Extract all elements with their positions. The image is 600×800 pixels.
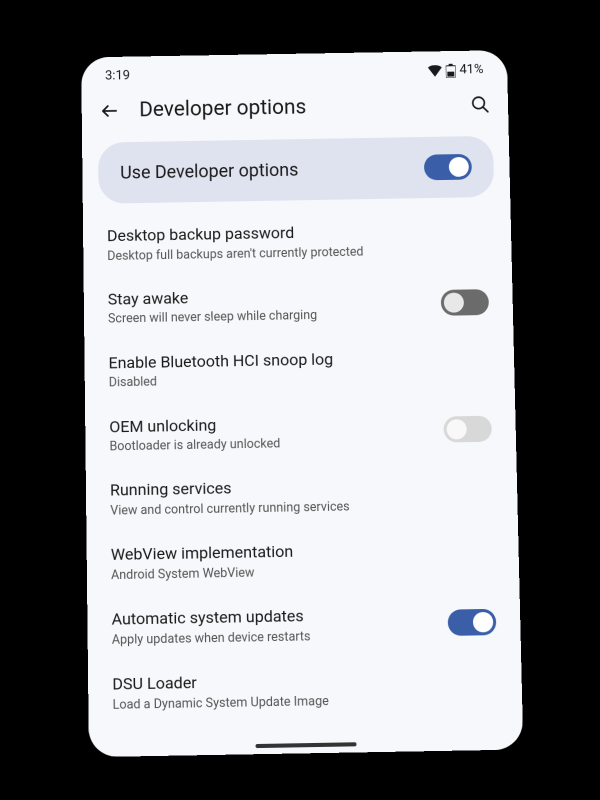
setting-subtitle: Screen will never sleep while charging (108, 306, 429, 328)
setting-text: Enable Bluetooth HCI snoop logDisabled (108, 345, 490, 391)
setting-text: OEM unlockingBootloader is already unloc… (109, 410, 432, 456)
setting-text: Automatic system updatesApply updates wh… (111, 603, 436, 649)
setting-text: Stay awakeScreen will never sleep while … (108, 283, 430, 328)
setting-title: OEM unlocking (109, 410, 432, 437)
setting-dsu-loader[interactable]: DSU LoaderLoad a Dynamic System Update I… (112, 654, 498, 726)
search-button[interactable] (468, 93, 492, 117)
setting-stay-awake[interactable]: Stay awakeScreen will never sleep while … (108, 270, 490, 340)
setting-text: Running servicesView and control current… (110, 473, 494, 520)
page-title: Developer options (139, 93, 451, 122)
setting-webview-impl[interactable]: WebView implementationAndroid System Web… (111, 525, 496, 596)
battery-percent: 41% (459, 62, 483, 77)
app-header: Developer options (81, 80, 508, 138)
toggle-auto-updates[interactable] (448, 609, 497, 636)
back-button[interactable] (97, 99, 121, 123)
master-toggle-label: Use Developer options (120, 159, 298, 183)
master-toggle-card[interactable]: Use Developer options (98, 136, 494, 204)
setting-oem-unlocking[interactable]: OEM unlockingBootloader is already unloc… (109, 397, 492, 468)
setting-text: Desktop backup passwordDesktop full back… (107, 219, 488, 265)
status-right: 41% (428, 62, 484, 78)
setting-title: Stay awake (108, 283, 429, 310)
setting-bt-hci-snoop[interactable]: Enable Bluetooth HCI snoop logDisabled (108, 334, 491, 404)
setting-subtitle: Apply updates when device restarts (112, 627, 436, 649)
setting-text: WebView implementationAndroid System Web… (111, 537, 495, 584)
phone-frame: 3:19 41% Developer options Use Developer… (81, 50, 523, 757)
battery-icon (446, 63, 456, 77)
status-time: 3:19 (105, 68, 130, 83)
setting-subtitle: Bootloader is already unlocked (109, 434, 432, 456)
master-toggle-switch[interactable] (424, 154, 472, 180)
setting-auto-updates[interactable]: Automatic system updatesApply updates wh… (111, 590, 497, 661)
toggle-oem-unlocking[interactable] (443, 416, 492, 443)
nav-indicator[interactable] (256, 742, 357, 748)
setting-running-services[interactable]: Running servicesView and control current… (110, 461, 494, 532)
settings-list: Desktop backup passwordDesktop full back… (83, 206, 523, 726)
setting-desktop-backup[interactable]: Desktop backup passwordDesktop full back… (107, 207, 488, 277)
setting-text: DSU LoaderLoad a Dynamic System Update I… (112, 666, 498, 713)
toggle-stay-awake[interactable] (441, 289, 489, 316)
wifi-icon (428, 64, 442, 76)
setting-title: Automatic system updates (111, 603, 435, 631)
